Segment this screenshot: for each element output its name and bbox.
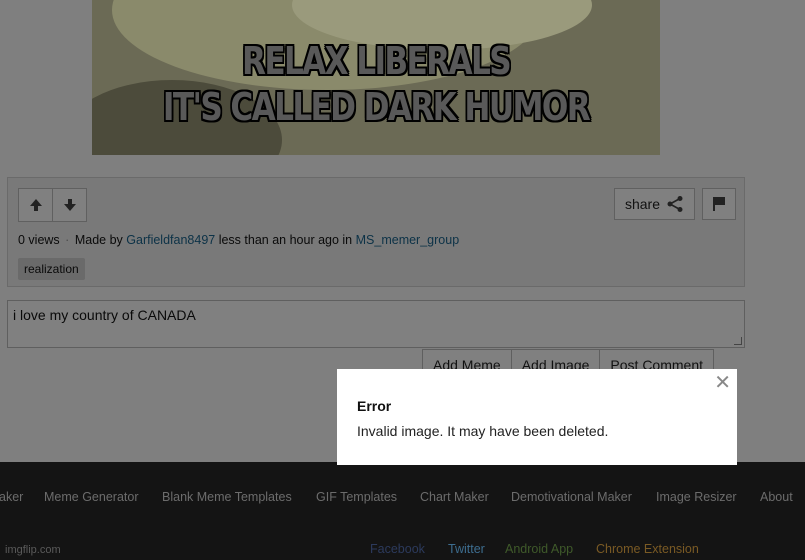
arrow-up-icon <box>29 199 42 211</box>
share-button[interactable]: share <box>614 188 695 220</box>
dialog-message: Invalid image. It may have been deleted. <box>357 423 609 439</box>
footer-logo[interactable]: imgflip.com <box>5 544 61 556</box>
comment-input-value: i love my country of CANADA <box>13 307 196 323</box>
meme-caption-line: RELAX LIBERALS <box>241 39 512 83</box>
footer-link-meme-generator[interactable]: Meme Generator <box>44 490 138 504</box>
meme-caption: RELAX LIBERALS IT'S CALLED DARK HUMOR <box>143 38 609 130</box>
footer-link-meme-maker[interactable]: aker <box>0 490 23 504</box>
resize-handle[interactable] <box>734 337 742 345</box>
stream-link[interactable]: MS_memer_group <box>356 233 460 247</box>
error-dialog: ✕ Error Invalid image. It may have been … <box>337 369 737 465</box>
chrome-extension-link[interactable]: Chrome Extension <box>596 542 699 556</box>
meme-image: RELAX LIBERALS IT'S CALLED DARK HUMOR <box>92 0 660 155</box>
footer-link-chart-maker[interactable]: Chart Maker <box>420 490 489 504</box>
vote-group <box>18 188 87 222</box>
dialog-title: Error <box>357 398 392 414</box>
close-icon[interactable]: ✕ <box>714 371 731 395</box>
made-by-label: Made by <box>74 233 123 247</box>
time-text: less than an hour ago in <box>218 233 353 247</box>
facebook-link[interactable]: Facebook <box>370 542 425 556</box>
share-label: share <box>624 196 661 212</box>
comment-input[interactable]: i love my country of CANADA <box>7 300 745 348</box>
views-count: 0 views <box>18 233 60 247</box>
footer-link-demotivational-maker[interactable]: Demotivational Maker <box>511 490 632 504</box>
footer-link-image-resizer[interactable]: Image Resizer <box>656 490 737 504</box>
twitter-link[interactable]: Twitter <box>448 542 485 556</box>
footer-links: aker Meme Generator Blank Meme Templates… <box>0 490 805 508</box>
share-icon <box>667 196 683 212</box>
android-app-link[interactable]: Android App <box>505 542 573 556</box>
footer: aker Meme Generator Blank Meme Templates… <box>0 462 805 560</box>
arrow-down-icon <box>63 199 76 211</box>
tag-realization[interactable]: realization <box>18 258 85 280</box>
footer-link-about[interactable]: About <box>760 490 793 504</box>
upvote-button[interactable] <box>19 189 52 221</box>
meme-caption-line: IT'S CALLED DARK HUMOR <box>162 85 591 129</box>
separator-dot: · <box>65 233 70 247</box>
post-info-panel: share 0 views · Made by Garfieldfan8497 … <box>7 177 745 287</box>
post-meta: 0 views · Made by Garfieldfan8497 less t… <box>18 233 459 247</box>
flag-icon <box>713 197 725 211</box>
flag-button[interactable] <box>702 188 736 220</box>
footer-link-blank-templates[interactable]: Blank Meme Templates <box>162 490 292 504</box>
downvote-button[interactable] <box>52 189 86 221</box>
footer-link-gif-templates[interactable]: GIF Templates <box>316 490 397 504</box>
author-link[interactable]: Garfieldfan8497 <box>126 233 215 247</box>
